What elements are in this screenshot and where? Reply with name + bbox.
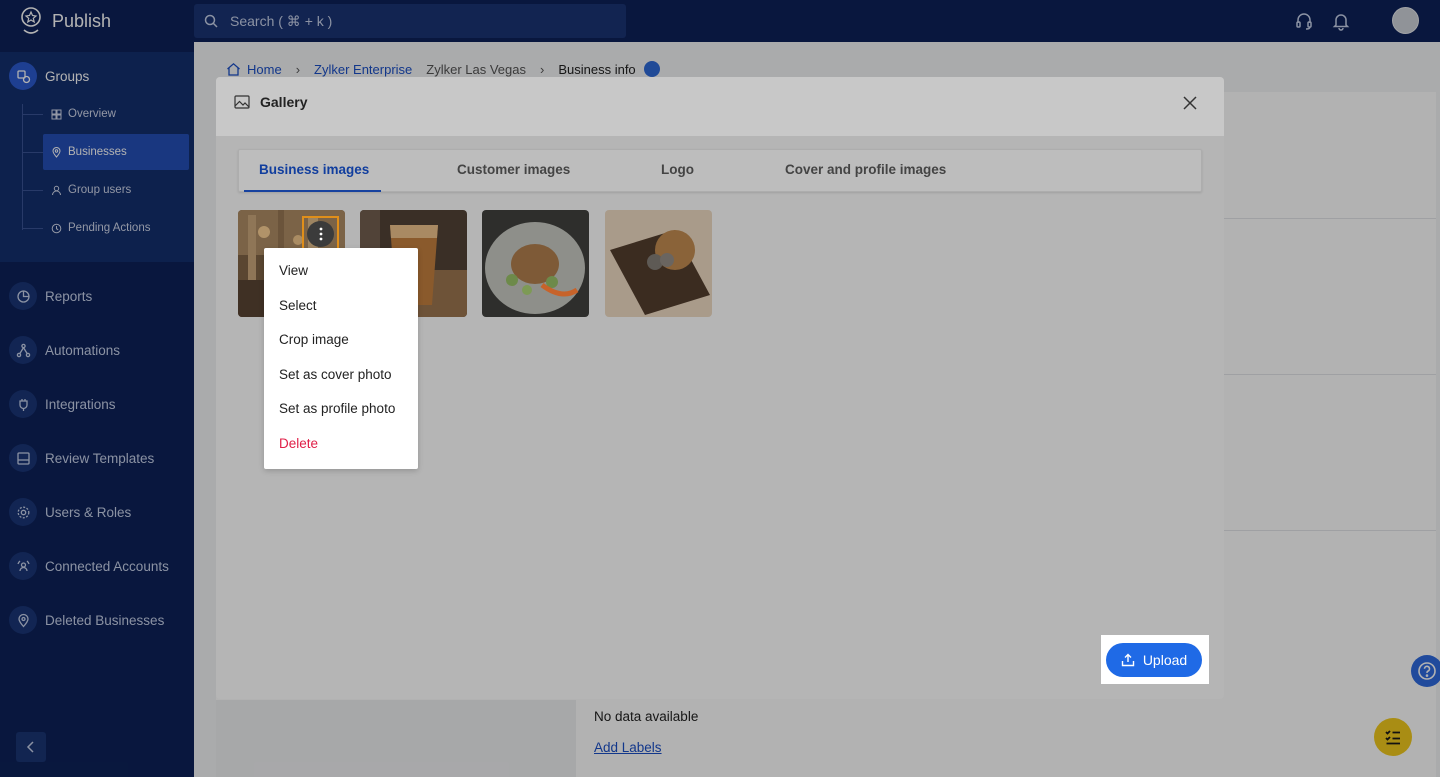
dessert-board-image xyxy=(605,210,712,317)
tab-business-images[interactable]: Business images xyxy=(259,162,369,177)
more-vertical-icon xyxy=(319,227,322,241)
tab-cover-profile-images[interactable]: Cover and profile images xyxy=(785,162,946,177)
menu-item-set-profile-photo[interactable]: Set as profile photo xyxy=(279,401,395,416)
menu-item-view[interactable]: View xyxy=(279,263,308,278)
gallery-tabs: Business images Customer images Logo Cov… xyxy=(238,149,1202,192)
menu-item-set-cover-photo[interactable]: Set as cover photo xyxy=(279,367,392,382)
upload-icon xyxy=(1121,653,1135,667)
modal-title: Gallery xyxy=(234,94,307,110)
modal-header: Gallery xyxy=(216,77,1224,136)
active-tab-indicator xyxy=(244,190,381,192)
tab-customer-images[interactable]: Customer images xyxy=(457,162,570,177)
upload-label: Upload xyxy=(1142,652,1188,668)
menu-item-select[interactable]: Select xyxy=(279,298,317,313)
close-button[interactable] xyxy=(1182,95,1200,113)
image-context-menu: View Select Crop image Set as cover phot… xyxy=(264,248,418,469)
modal-title-text: Gallery xyxy=(260,94,308,110)
image-options-button[interactable] xyxy=(307,221,334,247)
close-icon xyxy=(1183,96,1197,110)
gallery-thumbnail[interactable] xyxy=(605,210,712,317)
image-icon xyxy=(234,95,250,109)
menu-item-crop-image[interactable]: Crop image xyxy=(279,332,349,347)
menu-item-delete[interactable]: Delete xyxy=(279,436,318,451)
upload-button[interactable]: Upload xyxy=(1106,643,1202,677)
tab-logo[interactable]: Logo xyxy=(661,162,694,177)
gallery-thumbnail[interactable] xyxy=(482,210,589,317)
food-plate-image xyxy=(482,210,589,317)
